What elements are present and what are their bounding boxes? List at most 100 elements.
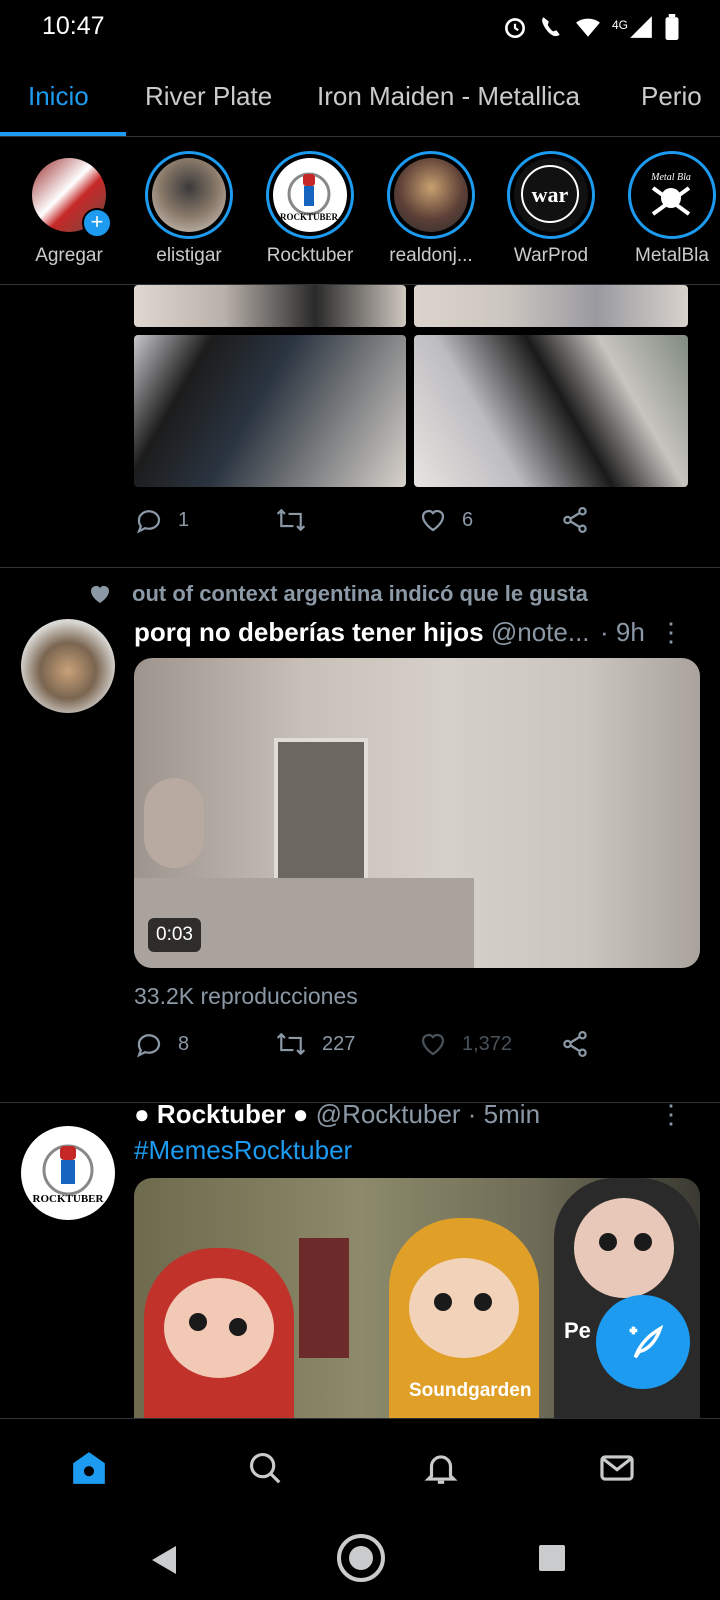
- reply-button[interactable]: 8: [134, 1029, 189, 1059]
- post-image[interactable]: [134, 335, 406, 487]
- story-avatar: [145, 151, 233, 239]
- story-avatar: Metal Bla: [628, 151, 716, 239]
- post-image[interactable]: Soundgarden Pe: [134, 1178, 700, 1418]
- status-time: 10:47: [42, 12, 105, 40]
- stories-row: + Agregar elistigar ROCKTUBER Rocktuber …: [0, 137, 720, 285]
- social-context: out of context argentina indicó que le g…: [88, 581, 588, 607]
- svg-text:war: war: [532, 182, 569, 207]
- network-label: 4G: [611, 17, 628, 32]
- video-duration: 0:03: [148, 918, 201, 952]
- like-button[interactable]: 6: [418, 505, 473, 535]
- poster: [299, 1238, 349, 1358]
- nav-notifications[interactable]: [422, 1449, 460, 1492]
- post-actions: 8 227 1,372: [134, 1029, 634, 1069]
- nav-messages[interactable]: [598, 1449, 636, 1492]
- compose-icon: [629, 1324, 664, 1359]
- post-image-grid[interactable]: [134, 285, 700, 497]
- post-image[interactable]: [414, 285, 688, 327]
- share-icon: [563, 1031, 587, 1057]
- tab-bar: Inicio River Plate Iron Maiden - Metalli…: [0, 56, 720, 137]
- battery-icon: [664, 14, 680, 45]
- tab-river-plate[interactable]: River Plate: [145, 81, 272, 112]
- story-name: Rocktuber: [266, 245, 354, 266]
- retweet-button[interactable]: [274, 505, 308, 535]
- post-image[interactable]: [134, 285, 406, 327]
- share-button[interactable]: [560, 505, 590, 535]
- story-name: elistigar: [156, 245, 222, 266]
- tab-perio[interactable]: Perio: [641, 81, 702, 112]
- post-actions: 1 6: [134, 505, 634, 545]
- back-button[interactable]: [148, 1544, 178, 1581]
- bottom-nav: [0, 1418, 720, 1519]
- author-name[interactable]: ● Rocktuber ●: [134, 1099, 308, 1129]
- warprod-logo: war: [514, 158, 588, 232]
- reply-icon: [136, 1034, 161, 1058]
- share-button[interactable]: [560, 1029, 590, 1059]
- tab-inicio[interactable]: Inicio: [28, 81, 89, 112]
- share-icon: [563, 507, 587, 533]
- view-count: 33.2K reproducciones: [134, 983, 358, 1009]
- timeline: 1 6 out of context argentina indicó que …: [0, 285, 720, 1418]
- like-icon: [421, 509, 445, 532]
- story-add[interactable]: + Agregar: [14, 151, 124, 267]
- back-icon: [152, 1546, 176, 1574]
- rocktuber-logo: ROCKTUBER: [33, 1144, 105, 1205]
- story-elistigar[interactable]: elistigar: [134, 151, 244, 267]
- retweet-icon: [276, 508, 306, 532]
- tweet-time: · 9h: [600, 617, 645, 647]
- story-name: Agregar: [35, 245, 103, 266]
- more-icon[interactable]: ⋮: [658, 617, 684, 648]
- home-circle-icon: [337, 1534, 385, 1582]
- retweet-icon: [276, 1032, 306, 1056]
- add-story-plus-icon[interactable]: +: [82, 208, 112, 238]
- author-handle: @Rocktuber · 5min: [315, 1099, 541, 1129]
- story-name: WarProd: [513, 245, 589, 266]
- video-door: [274, 738, 368, 886]
- svg-text:Metal Bla: Metal Bla: [650, 172, 691, 183]
- retweet-button[interactable]: 227: [274, 1029, 355, 1059]
- avatar: [394, 158, 468, 232]
- tab-iron-maiden-metallica[interactable]: Iron Maiden - Metallica: [317, 81, 580, 112]
- author-name[interactable]: porq no deberías tener hijos: [134, 617, 484, 647]
- status-icons: 4G: [502, 14, 680, 45]
- recents-icon: [539, 1545, 565, 1571]
- svg-text:ROCKTUBER: ROCKTUBER: [280, 212, 339, 222]
- story-rocktuber[interactable]: ROCKTUBER Rocktuber: [255, 151, 365, 267]
- reply-button[interactable]: 1: [134, 505, 189, 535]
- social-context-text: out of context argentina indicó que le g…: [132, 581, 588, 606]
- wifi-icon: [574, 14, 602, 45]
- teletubby-yellow: Soundgarden: [389, 1218, 539, 1418]
- author-handle: @note...: [490, 617, 590, 647]
- image-caption: Soundgarden: [409, 1380, 532, 1401]
- search-icon: [249, 1452, 281, 1484]
- avatar[interactable]: [21, 619, 115, 713]
- wifi-call-icon: [538, 14, 564, 45]
- story-avatar: [387, 151, 475, 239]
- story-name: realdonj...: [389, 245, 473, 266]
- story-avatar: war: [507, 151, 595, 239]
- story-avatar: ROCKTUBER: [266, 151, 354, 239]
- story-name: MetalBla: [635, 245, 709, 266]
- tweet-header: ● Rocktuber ● @Rocktuber · 5min: [134, 1099, 694, 1130]
- story-metalblack[interactable]: Metal Bla MetalBla: [617, 151, 720, 267]
- recents-button[interactable]: [538, 1544, 566, 1577]
- hashtag-link[interactable]: #MemesRocktuber: [134, 1135, 352, 1166]
- video-child: [144, 778, 204, 868]
- avatar[interactable]: ROCKTUBER: [21, 1126, 115, 1220]
- more-icon[interactable]: ⋮: [658, 1099, 684, 1130]
- story-realdonj[interactable]: realdonj...: [376, 151, 486, 267]
- bell-icon: [424, 1455, 458, 1484]
- nav-search[interactable]: [246, 1449, 284, 1492]
- post-image[interactable]: [414, 335, 688, 487]
- image-caption-cut: Pe: [564, 1318, 591, 1343]
- compose-button[interactable]: [596, 1295, 690, 1389]
- like-button[interactable]: 1,372: [418, 1029, 512, 1059]
- home-icon: [73, 1452, 105, 1484]
- like-count: 1,372: [462, 1032, 513, 1055]
- story-warprod[interactable]: war WarProd: [496, 151, 606, 267]
- nav-home[interactable]: [70, 1449, 108, 1492]
- metalblack-logo: Metal Bla: [635, 158, 709, 232]
- video-player[interactable]: 0:03: [134, 658, 700, 968]
- system-nav-bar: [0, 1518, 720, 1600]
- home-system-button[interactable]: [335, 1532, 387, 1589]
